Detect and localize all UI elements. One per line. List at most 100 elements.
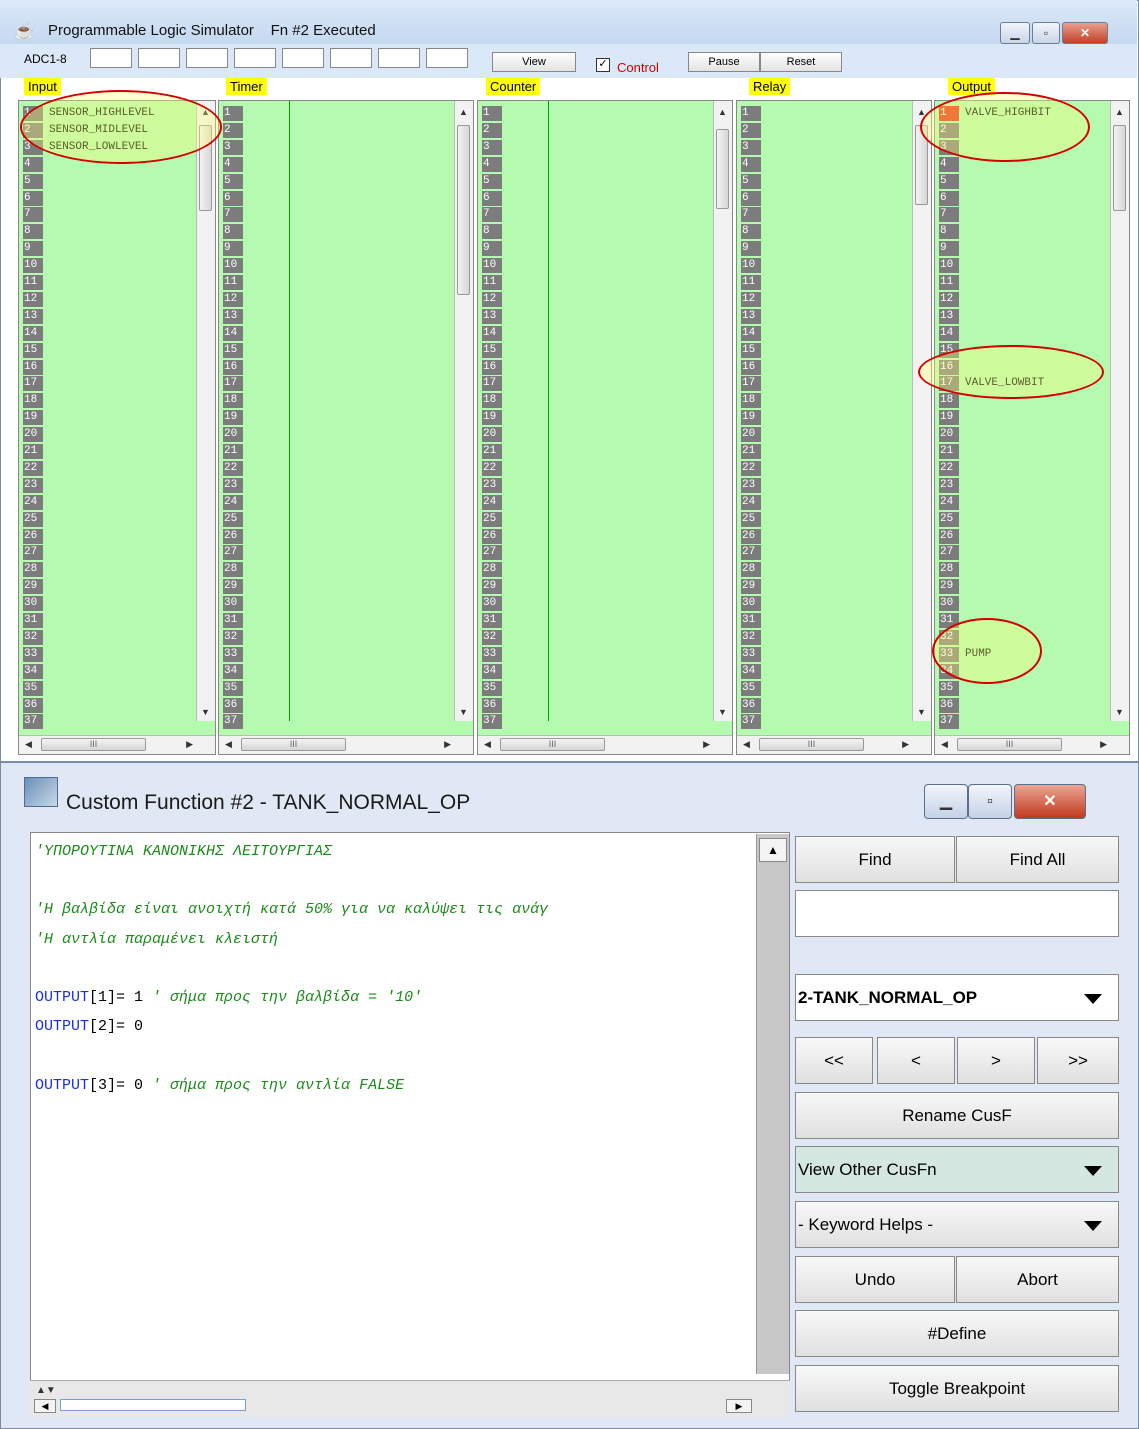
chevron-down-icon bbox=[1084, 994, 1102, 1004]
scroll-up-arrow-icon[interactable]: ▲ bbox=[718, 107, 727, 117]
horizontal-scroll-thumb[interactable]: III bbox=[759, 738, 864, 751]
scroll-down-arrow-icon[interactable]: ▼ bbox=[1115, 707, 1124, 717]
input-panel[interactable]: 1 SENSOR_HIGHLEVEL 2 SENSOR_MIDLEVEL 3 SENSOR… bbox=[18, 100, 216, 755]
row-number: 25 bbox=[482, 511, 502, 527]
reset-button[interactable]: Reset bbox=[760, 52, 842, 72]
scroll-left-arrow-icon[interactable]: ◀ bbox=[34, 1399, 56, 1413]
vertical-scrollbar[interactable]: ▲ ▼ bbox=[1110, 101, 1129, 721]
close-button[interactable]: ✕ bbox=[1062, 22, 1108, 44]
input-item[interactable]: SENSOR_HIGHLEVEL bbox=[49, 106, 155, 121]
output-item[interactable]: VALVE_LOWBIT bbox=[965, 376, 1044, 391]
rename-cusf-button[interactable]: Rename CusF bbox=[795, 1092, 1119, 1139]
scroll-right-arrow-icon[interactable]: ▶ bbox=[902, 739, 909, 750]
code-horizontal-scrollbar[interactable]: ▲▼ ◀ ▶ bbox=[30, 1380, 790, 1417]
scroll-left-arrow-icon[interactable]: ◀ bbox=[484, 739, 491, 750]
input-item[interactable]: SENSOR_LOWLEVEL bbox=[49, 140, 148, 155]
undo-button[interactable]: Undo bbox=[795, 1256, 955, 1303]
code-vertical-scrollbar[interactable]: ▲ bbox=[756, 834, 789, 1374]
prev-button[interactable]: < bbox=[877, 1037, 955, 1084]
keyword-helps-select[interactable]: - Keyword Helps - bbox=[795, 1201, 1119, 1248]
control-checkbox[interactable]: ✓ bbox=[596, 58, 610, 72]
counter-panel[interactable]: 1 2 3 4 5 6 7 8 9 10 11 12 13 14 15 16 17 18 19 20 21 22 23 24 2… bbox=[477, 100, 733, 755]
scroll-down-arrow-icon[interactable]: ▼ bbox=[459, 707, 468, 717]
pause-button[interactable]: Pause bbox=[688, 52, 760, 72]
adc-field-1[interactable] bbox=[90, 48, 132, 68]
scroll-down-arrow-icon[interactable]: ▼ bbox=[201, 707, 210, 717]
vertical-scroll-thumb[interactable] bbox=[1113, 125, 1126, 211]
input-item[interactable]: SENSOR_MIDLEVEL bbox=[49, 123, 148, 138]
horizontal-scroll-thumb[interactable]: III bbox=[957, 738, 1062, 751]
scroll-right-arrow-icon[interactable]: ▶ bbox=[444, 739, 451, 750]
view-other-cusfn-select[interactable]: View Other CusFn bbox=[795, 1146, 1119, 1193]
toggle-breakpoint-button[interactable]: Toggle Breakpoint bbox=[795, 1365, 1119, 1412]
row-number: 16 bbox=[939, 359, 959, 375]
vertical-scrollbar[interactable]: ▲ ▼ bbox=[912, 101, 931, 721]
minimize-button[interactable]: ▁ bbox=[1000, 22, 1030, 44]
scroll-left-arrow-icon[interactable]: ◀ bbox=[941, 739, 948, 750]
vertical-scrollbar[interactable]: ▲ ▼ bbox=[454, 101, 473, 721]
row-number: 7 bbox=[482, 207, 502, 223]
last-button[interactable]: >> bbox=[1037, 1037, 1119, 1084]
define-button[interactable]: #Define bbox=[795, 1310, 1119, 1357]
scroll-up-arrow-icon[interactable]: ▲ bbox=[1115, 107, 1124, 117]
function-select[interactable]: 2-TANK_NORMAL_OP bbox=[795, 974, 1119, 1021]
adc-field-3[interactable] bbox=[186, 48, 228, 68]
find-input[interactable] bbox=[795, 890, 1119, 937]
view-button[interactable]: View bbox=[492, 52, 576, 72]
row-number: 18 bbox=[741, 393, 761, 409]
scroll-left-arrow-icon[interactable]: ◀ bbox=[25, 739, 32, 750]
scroll-up-arrow-icon[interactable]: ▲ bbox=[917, 107, 926, 117]
scroll-right-arrow-icon[interactable]: ▶ bbox=[1100, 739, 1107, 750]
horizontal-scrollbar[interactable]: ◀ III ▶ bbox=[935, 735, 1129, 754]
scroll-right-arrow-icon[interactable]: ▶ bbox=[703, 739, 710, 750]
scroll-right-arrow-icon[interactable]: ▶ bbox=[186, 739, 193, 750]
output-item[interactable]: VALVE_HIGHBIT bbox=[965, 106, 1051, 121]
row-number: 20 bbox=[223, 427, 243, 443]
vertical-scroll-thumb[interactable] bbox=[716, 129, 729, 209]
scroll-down-arrow-icon[interactable]: ▼ bbox=[718, 707, 727, 717]
adc-field-6[interactable] bbox=[330, 48, 372, 68]
horizontal-scroll-thumb[interactable]: III bbox=[500, 738, 605, 751]
maximize-button[interactable]: ▫ bbox=[1032, 22, 1060, 44]
scroll-up-down-icon[interactable]: ▲▼ bbox=[36, 1385, 56, 1396]
scroll-right-arrow-icon[interactable]: ▶ bbox=[726, 1399, 752, 1413]
adc-field-8[interactable] bbox=[426, 48, 468, 68]
adc-field-2[interactable] bbox=[138, 48, 180, 68]
scroll-up-arrow-icon[interactable]: ▲ bbox=[201, 107, 210, 117]
vertical-scrollbar[interactable]: ▲ ▼ bbox=[196, 101, 215, 721]
vertical-scrollbar[interactable]: ▲ ▼ bbox=[713, 101, 732, 721]
row-number: 4 bbox=[482, 156, 502, 172]
next-button[interactable]: > bbox=[957, 1037, 1035, 1084]
vertical-scroll-thumb[interactable] bbox=[457, 125, 470, 295]
editor-minimize-button[interactable]: ▁ bbox=[924, 784, 968, 819]
scroll-up-arrow-icon[interactable]: ▲ bbox=[759, 838, 787, 862]
horizontal-scrollbar[interactable]: ◀ III ▶ bbox=[19, 735, 215, 754]
adc-field-5[interactable] bbox=[282, 48, 324, 68]
horizontal-scrollbar[interactable]: ◀ III ▶ bbox=[478, 735, 732, 754]
scroll-left-arrow-icon[interactable]: ◀ bbox=[225, 739, 232, 750]
vertical-scroll-thumb[interactable] bbox=[915, 125, 928, 205]
horizontal-scrollbar[interactable]: ◀ III ▶ bbox=[219, 735, 473, 754]
code-comment: ' σήμα προς την βαλβίδα = '10' bbox=[152, 989, 423, 1006]
relay-panel[interactable]: 1 2 3 4 5 6 7 8 9 10 11 12 13 14 15 16 17 18 19 20 21 22 23 24 2… bbox=[736, 100, 932, 755]
editor-close-button[interactable]: ✕ bbox=[1014, 784, 1086, 819]
scroll-up-arrow-icon[interactable]: ▲ bbox=[459, 107, 468, 117]
code-editor[interactable]: 'ΥΠΟΡΟΥΤΙΝΑ ΚΑΝΟΝΙΚΗΣ ΛΕΙΤΟΥΡΓΙΑΣ 'Η βαλβ… bbox=[30, 832, 790, 1388]
first-button[interactable]: << bbox=[795, 1037, 873, 1084]
scroll-down-arrow-icon[interactable]: ▼ bbox=[917, 707, 926, 717]
vertical-scroll-thumb[interactable] bbox=[199, 125, 212, 211]
adc-field-4[interactable] bbox=[234, 48, 276, 68]
output-item[interactable]: PUMP bbox=[965, 647, 991, 662]
horizontal-scroll-thumb[interactable]: III bbox=[241, 738, 346, 751]
scroll-left-arrow-icon[interactable]: ◀ bbox=[743, 739, 750, 750]
editor-maximize-button[interactable]: ▫ bbox=[968, 784, 1012, 819]
horizontal-scroll-thumb[interactable] bbox=[60, 1399, 246, 1411]
adc-field-7[interactable] bbox=[378, 48, 420, 68]
horizontal-scrollbar[interactable]: ◀ III ▶ bbox=[737, 735, 931, 754]
horizontal-scroll-thumb[interactable]: III bbox=[41, 738, 146, 751]
abort-button[interactable]: Abort bbox=[956, 1256, 1119, 1303]
output-panel[interactable]: 1 VALVE_HIGHBIT 2 3 4 5 6 7 8 9 10 11 12 13 14 15 16 17 VA… bbox=[934, 100, 1130, 755]
find-button[interactable]: Find bbox=[795, 836, 955, 883]
timer-panel[interactable]: 1 2 3 4 5 6 7 8 9 10 11 12 13 14 15 16 17 18 19 20 21 22 23 24 2… bbox=[218, 100, 474, 755]
find-all-button[interactable]: Find All bbox=[956, 836, 1119, 883]
